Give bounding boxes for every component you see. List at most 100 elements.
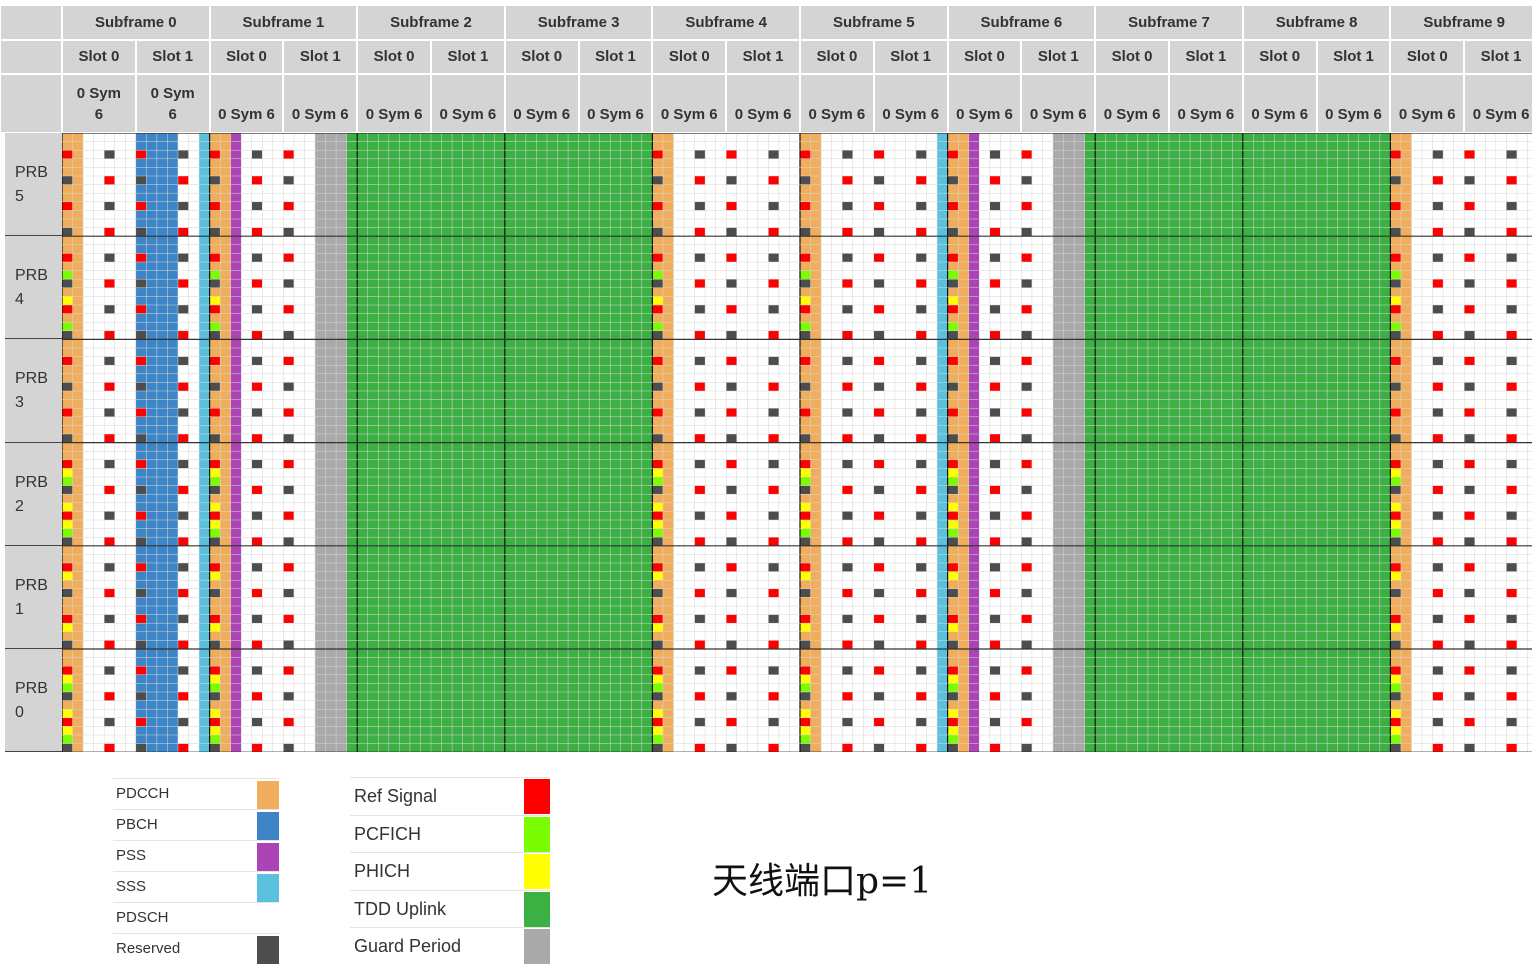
resource-element (220, 184, 231, 194)
resource-element (125, 494, 136, 503)
resource-element (747, 322, 758, 331)
resource-element (589, 631, 600, 641)
resource-element (188, 219, 200, 228)
resource-element (272, 726, 284, 735)
resource-element (694, 210, 706, 219)
resource-element (325, 416, 337, 426)
resource-element (336, 459, 347, 469)
resource-element (125, 623, 136, 632)
resource-element (114, 743, 126, 753)
resource-element (283, 416, 294, 426)
resource-element (483, 563, 495, 572)
resource-element (241, 373, 252, 383)
resource-element (757, 563, 769, 572)
resource-element (431, 373, 442, 383)
resource-element (367, 485, 379, 495)
resource-element (483, 425, 495, 434)
resource-element (515, 451, 526, 460)
resource-element (515, 649, 526, 658)
resource-element (357, 597, 368, 606)
resource-element (367, 623, 379, 632)
resource-element (568, 459, 579, 469)
resource-element (452, 305, 463, 314)
resource-element (188, 210, 200, 219)
resource-element (536, 193, 547, 202)
resource-element (694, 150, 706, 159)
resource-element (336, 193, 347, 202)
resource-element (546, 614, 558, 624)
resource-element (578, 296, 590, 305)
resource-element (694, 666, 706, 675)
resource-element (673, 726, 685, 735)
resource-element (747, 193, 758, 202)
resource-element (188, 640, 200, 649)
resource-element (589, 485, 600, 495)
resource-element (578, 683, 590, 692)
resource-element (483, 339, 495, 348)
resource-element (736, 631, 748, 641)
resource-element (135, 313, 147, 323)
resource-element (72, 528, 84, 538)
resource-element (747, 700, 758, 710)
resource-element (188, 167, 200, 176)
resource-element (167, 563, 178, 572)
resource-element (325, 425, 337, 434)
resource-element (441, 597, 453, 606)
resource-element (589, 244, 600, 254)
resource-element (93, 348, 105, 357)
resource-element (325, 150, 337, 159)
resource-element (599, 485, 611, 495)
resource-element (336, 709, 347, 718)
resource-element (715, 425, 727, 434)
resource-element (262, 657, 273, 667)
resource-element (357, 528, 368, 538)
resource-element (93, 588, 105, 598)
resource-element (188, 692, 200, 701)
resource-element (156, 253, 168, 262)
resource-element (620, 537, 632, 546)
resource-element (515, 313, 526, 323)
resource-element (557, 287, 569, 297)
resource-element (357, 253, 368, 262)
resource-element (473, 528, 484, 538)
resource-element (546, 640, 558, 649)
resource-element (631, 365, 642, 374)
resource-element (757, 743, 769, 753)
resource-element (673, 528, 685, 538)
resource-element (62, 322, 73, 331)
resource-element (568, 700, 579, 710)
resource-element (409, 434, 421, 443)
resource-element (515, 373, 526, 383)
resource-element (599, 305, 611, 314)
resource-element (188, 649, 200, 658)
resource-element (293, 193, 305, 202)
resource-element (473, 219, 484, 228)
resource-element (726, 494, 737, 503)
resource-element (209, 262, 221, 271)
resource-element (546, 571, 558, 581)
resource-element (209, 606, 221, 615)
resource-element (135, 588, 147, 598)
resource-element (325, 133, 337, 142)
resource-element (72, 425, 84, 434)
resource-element (578, 434, 590, 443)
resource-element (420, 623, 431, 632)
resource-element (662, 640, 674, 649)
resource-element (536, 373, 547, 383)
resource-element (114, 193, 126, 202)
resource-element (125, 210, 136, 219)
resource-element (694, 253, 706, 262)
resource-element (262, 477, 273, 486)
resource-element (409, 330, 421, 340)
resource-element (736, 356, 748, 366)
resource-element (336, 279, 347, 288)
resource-element (367, 640, 379, 649)
resource-element (578, 442, 590, 452)
resource-element (336, 477, 347, 486)
resource-element (462, 339, 474, 348)
resource-element (610, 520, 621, 529)
resource-element (452, 176, 463, 185)
resource-element (241, 219, 252, 228)
resource-element (441, 666, 453, 675)
resource-element (188, 287, 200, 297)
